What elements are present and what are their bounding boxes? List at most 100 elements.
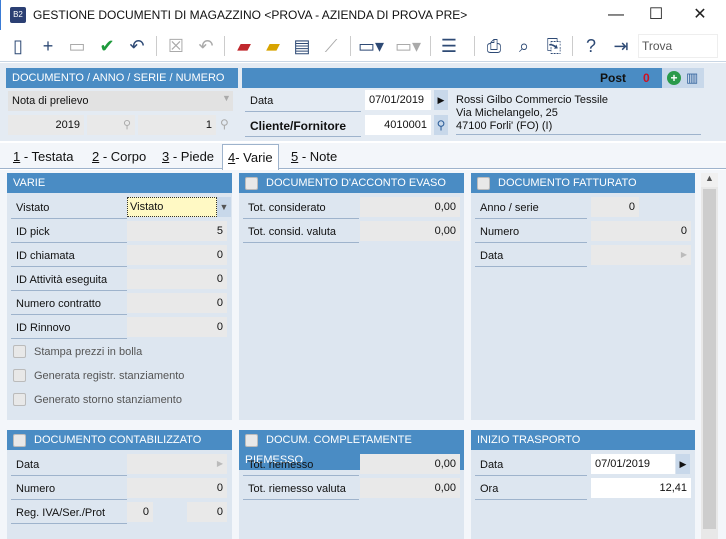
vistato-select[interactable]: Vistato	[127, 197, 217, 217]
trasporto-data-label: Data	[475, 455, 587, 476]
minimize-button[interactable]: —	[601, 4, 631, 26]
riemesso-checkbox[interactable]	[245, 433, 258, 447]
document-menu2-icon[interactable]: ▭▾	[395, 34, 421, 58]
post-label: Post	[600, 71, 627, 85]
numero-field[interactable]: 1	[138, 115, 216, 135]
serie-search-icon[interactable]: ⚲	[87, 115, 135, 135]
search-input[interactable]: Trova (Alt+F1)	[638, 34, 718, 75]
id-chiamata-field[interactable]: 0	[127, 245, 227, 265]
help-icon[interactable]: ?	[580, 34, 602, 58]
anno-field[interactable]: 2019	[8, 115, 84, 135]
window-title: GESTIONE DOCUMENTI DI MAGAZZINO <PROVA -…	[33, 8, 468, 22]
document-icon[interactable]: ▤	[291, 34, 313, 58]
tab-corpo[interactable]: 2 - Corpo	[87, 147, 151, 169]
reg-iva-label: Reg. IVA/Ser./Prot	[11, 503, 127, 524]
reg-iva-field[interactable]: 0	[127, 502, 153, 522]
tab-varie[interactable]: 4- Varie	[222, 144, 279, 170]
contabilizzato-panel: DOCUMENTO CONTABILIZZATO Data ▶ Numero 0…	[7, 430, 232, 539]
cliente-name: Rossi Gilbo Commercio Tessile	[456, 94, 609, 106]
id-attivita-label: ID Attività eseguita	[11, 270, 127, 291]
menu-icon[interactable]: ☰	[438, 34, 460, 58]
id-attivita-field[interactable]: 0	[127, 269, 227, 289]
acconto-panel: DOCUMENTO D'ACCONTO EVASO Tot. considera…	[239, 173, 464, 420]
document-menu-icon[interactable]: ▭▾	[358, 34, 384, 58]
numero-field[interactable]: 0	[127, 478, 227, 498]
maximize-button[interactable]: ☐	[641, 4, 671, 26]
cliente-code-field[interactable]: 4010001	[365, 115, 431, 135]
tot-riemesso-label: Tot. riemesso	[243, 455, 359, 476]
scroll-up-icon[interactable]: ▲	[701, 173, 718, 187]
date-arrow-icon[interactable]: ▶	[434, 90, 448, 110]
tab-piede[interactable]: 3 - Piede	[157, 147, 219, 169]
vistato-label: Vistato	[11, 198, 127, 219]
id-pick-label: ID pick	[11, 222, 127, 243]
ruler-icon[interactable]: ⟋	[320, 34, 342, 58]
data-label: Data	[245, 91, 361, 112]
fatturato-checkbox[interactable]	[477, 176, 490, 190]
cliente-search-icon[interactable]: ⚲	[434, 115, 448, 135]
data-label: Data	[11, 455, 127, 476]
id-pick-field[interactable]: 5	[127, 221, 227, 241]
fatturato-panel: DOCUMENTO FATTURATO Anno / serie 0 Numer…	[471, 173, 695, 420]
trasporto-data-field[interactable]: 07/01/2019	[591, 454, 675, 474]
tot-consid-valuta-label: Tot. consid. valuta	[243, 222, 359, 243]
add-icon[interactable]: +	[37, 34, 59, 58]
preview-icon[interactable]: ⌕	[513, 34, 535, 58]
id-rinnovo-field[interactable]: 0	[127, 317, 227, 337]
vistato-dropdown-icon[interactable]: ▼	[217, 197, 231, 217]
doc-type-select[interactable]: Nota di prelievo	[8, 91, 233, 111]
pdf-icon[interactable]: ⎘	[543, 34, 565, 58]
folder-red-icon[interactable]: ▰	[233, 34, 255, 58]
toolbar: ▯ + ▭ ✔ ↶ ☒ ↶ ▰ ▰ ▤ ⟋ ▭▾ ▭▾ ☰ ⎙ ⌕ ⎘ ? ⇥ …	[0, 30, 726, 75]
data-label: Data	[475, 246, 587, 267]
acconto-checkbox[interactable]	[245, 176, 258, 190]
tab-testata[interactable]: 1 - Testata	[8, 147, 78, 169]
title-bar: B2 GESTIONE DOCUMENTI DI MAGAZZINO <PROV…	[0, 0, 726, 30]
undo-icon[interactable]: ↶	[126, 34, 148, 58]
confirm-icon[interactable]: ✔	[96, 34, 118, 58]
revert-icon[interactable]: ↶	[195, 34, 217, 58]
data-field[interactable]: ▶	[127, 454, 227, 474]
add-post-icon[interactable]: +	[667, 71, 681, 85]
generata-registr-checkbox[interactable]: Generata registr. stanziamento	[13, 366, 184, 386]
print-icon[interactable]: ⎙	[483, 34, 505, 58]
close-button[interactable]: ✕	[685, 4, 715, 26]
exit-icon[interactable]: ⇥	[610, 34, 632, 58]
data-field[interactable]: ▶	[591, 245, 691, 265]
contabilizzato-checkbox[interactable]	[13, 433, 26, 447]
tot-riemesso-valuta-field[interactable]: 0,00	[360, 478, 460, 498]
trasporto-title: INIZIO TRASPORTO	[471, 430, 695, 450]
tot-considerato-label: Tot. considerato	[243, 198, 359, 219]
numero-field[interactable]: 0	[591, 221, 691, 241]
data-field[interactable]: 07/01/2019	[365, 90, 431, 110]
tot-consid-valuta-field[interactable]: 0,00	[360, 221, 460, 241]
open-folder-icon[interactable]: ▭	[66, 34, 88, 58]
scrollbar-thumb[interactable]	[703, 189, 716, 529]
tot-considerato-field[interactable]: 0,00	[360, 197, 460, 217]
tab-note[interactable]: 5 - Note	[286, 147, 342, 169]
folder-yellow-icon[interactable]: ▰	[262, 34, 284, 58]
doc-section-title: DOCUMENTO / ANNO / SERIE / NUMERO	[6, 68, 238, 88]
cliente-city: 47100 Forli' (FO) (I)	[456, 120, 553, 132]
new-window-icon[interactable]: ▯	[7, 34, 29, 58]
vertical-scrollbar[interactable]: ▲	[701, 173, 718, 539]
document-header: DOCUMENTO / ANNO / SERIE / NUMERO Post 0…	[0, 63, 726, 141]
reg-prot-field[interactable]: 0	[187, 502, 227, 522]
book-icon[interactable]: ▥	[686, 70, 698, 86]
generato-storno-checkbox[interactable]: Generato storno stanziamento	[13, 390, 182, 410]
delete-icon[interactable]: ☒	[165, 34, 187, 58]
anno-serie-field[interactable]: 0	[591, 197, 639, 217]
chevron-down-icon: ▼	[222, 93, 231, 103]
numero-contratto-field[interactable]: 0	[127, 293, 227, 313]
stampa-prezzi-checkbox[interactable]: Stampa prezzi in bolla	[13, 342, 142, 362]
header-bar	[242, 68, 662, 88]
trasporto-date-arrow-icon[interactable]: ▶	[676, 454, 690, 474]
numero-search-icon[interactable]: ⚲	[220, 117, 229, 131]
numero-label: Numero	[11, 479, 127, 500]
varie-title: VARIE	[7, 173, 232, 193]
acconto-header: DOCUMENTO D'ACCONTO EVASO	[239, 173, 464, 193]
numero-contratto-label: Numero contratto	[11, 294, 127, 315]
tot-riemesso-field[interactable]: 0,00	[360, 454, 460, 474]
tab-bar: 1 - Testata 2 - Corpo 3 - Piede 4- Varie…	[0, 143, 726, 170]
trasporto-ora-field[interactable]: 12,41	[591, 478, 691, 498]
